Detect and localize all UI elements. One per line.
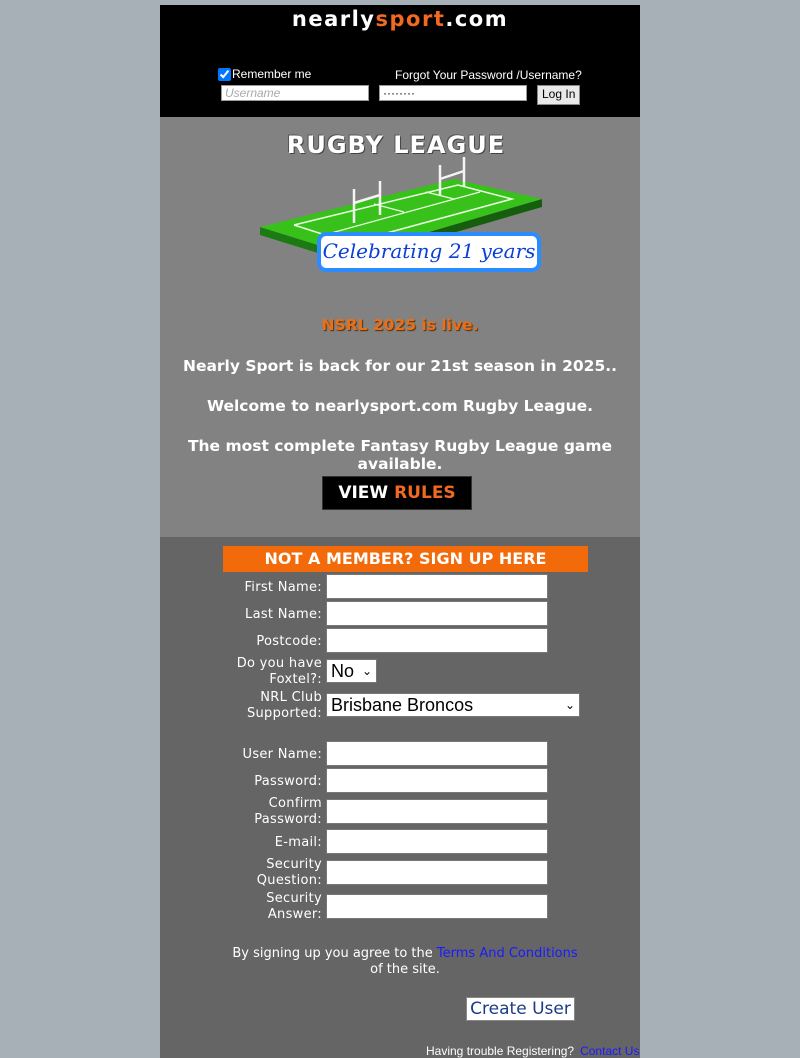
signup-form: NOT A MEMBER? SIGN UP HERE First Name: L…: [160, 537, 640, 1058]
club-label: NRL Club Supported:: [247, 690, 322, 722]
postcode-input[interactable]: [326, 628, 548, 653]
postcode-label: Postcode:: [256, 634, 322, 649]
header: nearlysport.com Remember me Forgot Your …: [160, 5, 640, 117]
password-input[interactable]: [379, 85, 527, 101]
email-input[interactable]: [326, 829, 548, 854]
confirm-password-label: Confirm Password:: [254, 796, 322, 828]
signup-title: NOT A MEMBER? SIGN UP HERE: [223, 546, 588, 572]
club-select-value: Brisbane Broncos: [331, 694, 474, 715]
confirm-label-line2: Password:: [254, 812, 322, 827]
terms-link[interactable]: Terms And Conditions: [437, 946, 578, 961]
terms-text-before: By signing up you agree to the: [232, 946, 433, 961]
foxtel-select-value: No: [331, 660, 355, 681]
signup-password-input[interactable]: [326, 768, 548, 793]
forgot-password-link[interactable]: Forgot Your Password /Username?: [395, 68, 582, 82]
foxtel-label-line1: Do you have: [236, 656, 322, 671]
login-button[interactable]: Log In: [537, 85, 581, 105]
confirm-label-line1: Confirm: [268, 796, 322, 811]
chevron-down-icon: ⌄: [564, 698, 575, 712]
trouble-registering: Having trouble Registering? Contact Us: [426, 1044, 639, 1058]
remember-me: Remember me: [218, 67, 311, 81]
terms-text-after: of the site.: [370, 962, 440, 977]
foxtel-label: Do you have Foxtel?:: [237, 656, 322, 688]
user-name-input[interactable]: [326, 741, 548, 766]
terms-notice: By signing up you agree to the Terms And…: [200, 946, 610, 978]
password-label: Password:: [254, 774, 322, 789]
live-notice: NSRL 2025 is live.: [321, 316, 479, 334]
first-name-input[interactable]: [326, 574, 548, 599]
last-name-label: Last Name:: [245, 607, 322, 622]
user-name-label: User Name:: [242, 747, 322, 762]
banner: RUGBY LEAGUE Celebrating 21 years NSRL 2…: [160, 117, 640, 537]
site-logo[interactable]: nearlysport.com: [160, 7, 640, 31]
view-rules-button[interactable]: VIEW RULES: [322, 476, 472, 510]
page-container: nearlysport.com Remember me Forgot Your …: [160, 5, 640, 1058]
club-label-line1: NRL Club: [260, 690, 322, 705]
hero-title: RUGBY LEAGUE: [286, 131, 506, 159]
logo-suffix: .com: [445, 7, 509, 31]
first-name-label: First Name:: [244, 580, 322, 595]
trouble-text: Having trouble Registering?: [426, 1044, 575, 1058]
welcome-text: Welcome to nearlysport.com Rugby League.: [206, 397, 594, 415]
security-answer-input[interactable]: [326, 894, 548, 919]
tagline-text: The most complete Fantasy Rugby League g…: [187, 437, 613, 473]
last-name-input[interactable]: [326, 601, 548, 626]
contact-us-link[interactable]: Contact Us: [580, 1044, 639, 1058]
security-question-input[interactable]: [326, 860, 548, 885]
remember-me-label: Remember me: [232, 67, 312, 81]
celebrating-badge: Celebrating 21 years: [317, 232, 541, 272]
seca-label-line1: Security: [266, 891, 322, 906]
chevron-down-icon: ⌄: [361, 664, 372, 678]
secq-label-line2: Question:: [256, 873, 322, 888]
create-user-button[interactable]: Create User: [466, 997, 575, 1021]
view-rules-view: VIEW: [338, 483, 389, 503]
logo-prefix: nearly: [291, 7, 376, 31]
foxtel-label-line2: Foxtel?:: [269, 672, 322, 687]
username-input[interactable]: [221, 85, 369, 101]
seca-label-line2: Answer:: [267, 907, 322, 922]
club-label-line2: Supported:: [246, 706, 322, 721]
season-text: Nearly Sport is back for our 21st season…: [182, 357, 618, 375]
security-question-label: Security Question:: [257, 857, 322, 889]
logo-accent: sport: [375, 7, 446, 31]
view-rules-word: RULES: [394, 483, 456, 503]
club-select[interactable]: Brisbane Broncos ⌄: [326, 693, 580, 717]
security-answer-label: Security Answer:: [266, 891, 322, 923]
email-label: E-mail:: [274, 835, 322, 850]
secq-label-line1: Security: [266, 857, 322, 872]
remember-me-checkbox[interactable]: [218, 67, 231, 81]
confirm-password-input[interactable]: [326, 799, 548, 824]
foxtel-select[interactable]: No ⌄: [326, 659, 377, 683]
